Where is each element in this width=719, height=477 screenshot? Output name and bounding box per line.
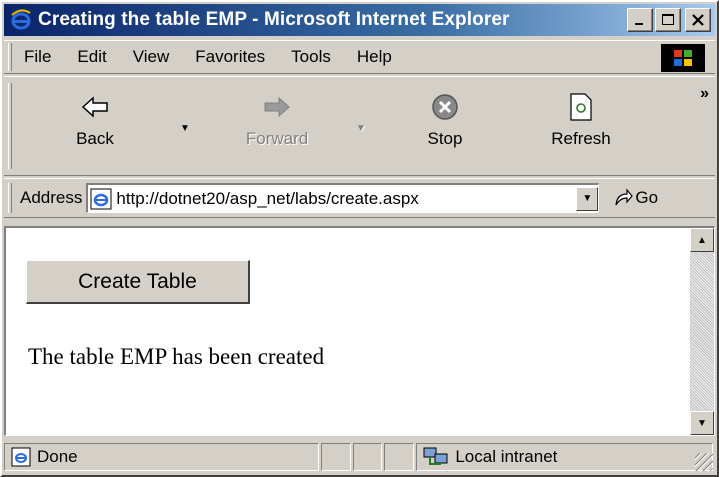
maximize-button[interactable]: [655, 8, 681, 32]
go-arrow-icon: [613, 188, 634, 208]
address-bar: Address http://dotnet20/asp_net/labs/cre…: [4, 178, 715, 218]
refresh-button[interactable]: Refresh: [536, 87, 626, 167]
back-label: Back: [76, 129, 114, 148]
vertical-scrollbar[interactable]: ▲ ▼: [690, 228, 714, 435]
stop-icon: [430, 87, 460, 127]
menu-favorites[interactable]: Favorites: [191, 45, 269, 69]
back-arrow-icon: [80, 87, 110, 127]
page-icon: [90, 188, 112, 210]
go-button[interactable]: Go: [613, 188, 658, 208]
refresh-icon: [568, 87, 594, 127]
resize-grip-icon[interactable]: [695, 453, 713, 471]
intranet-icon: [423, 446, 449, 468]
status-bar: Done Local intranet: [4, 440, 715, 473]
windows-logo-icon: [661, 44, 705, 72]
close-button[interactable]: [685, 8, 711, 32]
toolbar-grip[interactable]: [8, 83, 12, 169]
status-text: Done: [37, 446, 78, 466]
menu-view[interactable]: View: [129, 45, 174, 69]
address-input[interactable]: http://dotnet20/asp_net/labs/create.aspx…: [86, 183, 600, 213]
create-table-button[interactable]: Create Table: [26, 260, 250, 304]
browser-window: Creating the table EMP - Microsoft Inter…: [0, 0, 719, 477]
menu-file[interactable]: File: [20, 45, 55, 69]
status-pane-zone: Local intranet: [416, 442, 714, 471]
menu-grip[interactable]: [8, 43, 12, 71]
menu-bar: File Edit View Favorites Tools Help: [4, 40, 715, 74]
stop-button[interactable]: Stop: [400, 87, 490, 167]
address-grip[interactable]: [8, 183, 12, 213]
address-dropdown-icon[interactable]: ▼: [576, 186, 599, 211]
stop-label: Stop: [427, 129, 463, 148]
status-pane-3: [352, 442, 383, 471]
status-message: The table EMP has been created: [28, 344, 325, 369]
menu-edit[interactable]: Edit: [73, 45, 110, 69]
status-pane-main: Done: [4, 442, 319, 471]
address-label: Address: [20, 188, 83, 207]
zone-label: Local intranet: [455, 446, 558, 466]
back-button[interactable]: Back: [50, 87, 140, 167]
go-label: Go: [635, 188, 659, 207]
scroll-up-icon[interactable]: ▲: [690, 228, 714, 252]
page-content: Create Table The table EMP has been crea…: [4, 226, 715, 436]
menu-tools[interactable]: Tools: [287, 45, 335, 69]
forward-dropdown-icon[interactable]: ▼: [356, 123, 366, 134]
done-page-icon: [11, 447, 31, 467]
address-url: http://dotnet20/asp_net/labs/create.aspx: [116, 188, 419, 208]
status-pane-4: [384, 442, 415, 471]
back-dropdown-icon[interactable]: ▼: [180, 123, 190, 134]
toolbar-more-icon[interactable]: »: [700, 85, 709, 103]
minimize-button[interactable]: [627, 8, 653, 32]
title-bar[interactable]: Creating the table EMP - Microsoft Inter…: [4, 4, 715, 36]
menu-help[interactable]: Help: [353, 45, 396, 69]
status-pane-2: [320, 442, 351, 471]
forward-label: Forward: [245, 129, 309, 148]
window-title: Creating the table EMP - Microsoft Inter…: [38, 9, 510, 30]
refresh-label: Refresh: [551, 129, 611, 148]
ie-logo-icon: [10, 9, 32, 31]
scroll-down-icon[interactable]: ▼: [690, 411, 714, 435]
forward-button[interactable]: Forward: [232, 87, 322, 167]
standard-toolbar: Back ▼ Forward ▼ Stop Refresh »: [4, 76, 715, 176]
forward-arrow-icon: [262, 87, 292, 127]
